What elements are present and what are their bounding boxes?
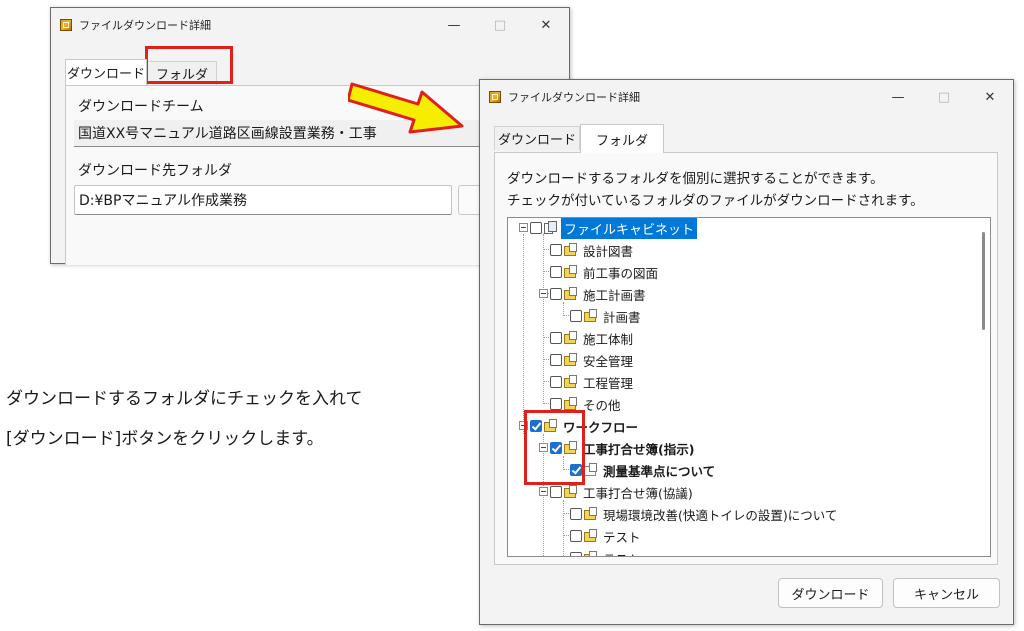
tab-folder[interactable]: フォルダ: [580, 124, 664, 153]
tree-scrollbar[interactable]: [976, 218, 990, 556]
arrow-icon: [348, 82, 464, 134]
tree-node-label: ファイルキャビネット: [561, 218, 698, 239]
tree-node-label: テスト: [603, 529, 641, 545]
tree-node-label: 施工体制: [583, 331, 634, 347]
folder-icon: [584, 309, 598, 323]
tree-node-root[interactable]: ファイルキャビネット: [530, 218, 698, 239]
folder-tree[interactable]: ファイルキャビネット 設計図書 前工事の図面 施工計画書 計画書 施工体制 安全…: [507, 217, 991, 557]
collapse-icon[interactable]: [539, 487, 548, 496]
window-title: ファイルダウンロード詳細: [508, 91, 640, 104]
checkbox[interactable]: [550, 266, 562, 278]
checkbox[interactable]: [570, 508, 582, 520]
checkbox[interactable]: [550, 354, 562, 366]
tree-node-label: その他: [583, 397, 621, 413]
collapse-icon[interactable]: [539, 289, 548, 298]
checked-items-highlight: [524, 410, 585, 485]
tree-node-label: 工事打合せ簿(指示): [583, 441, 695, 457]
tree-node-label: 現場環境改善(快適トイレの設置)について: [603, 507, 838, 523]
tab-download[interactable]: ダウンロード: [65, 59, 147, 85]
minimize-button[interactable]: —: [875, 80, 921, 114]
tree-node[interactable]: 現場環境改善(快適トイレの設置)について: [570, 503, 839, 525]
scroll-thumb[interactable]: [982, 232, 985, 330]
checkbox[interactable]: [550, 244, 562, 256]
tree-node-label: 施工計画書: [583, 287, 646, 303]
folder-icon: [564, 331, 578, 345]
instruction-line-2: [ダウンロード]ボタンをクリックします。: [6, 429, 324, 449]
front-download-dialog: ファイルダウンロード詳細 — □ ✕ ダウンロード フォルダ ダウンロードするフ…: [479, 79, 1014, 625]
checkbox[interactable]: [570, 530, 582, 542]
tree-node-label: 工程管理: [583, 375, 634, 391]
tree-node[interactable]: 工程管理: [550, 371, 635, 393]
cabinet-icon: [544, 221, 558, 235]
folder-tab-panel: ダウンロードするフォルダを個別に選択することができます。 チェックが付いているフ…: [494, 152, 998, 565]
instruction-line-1: ダウンロードするフォルダにチェックを入れて: [6, 389, 363, 409]
tree-node[interactable]: テスト: [570, 525, 643, 547]
titlebar: ファイルダウンロード詳細 — □ ✕: [51, 8, 569, 42]
tree-node-label: 安全管理: [583, 353, 634, 369]
description-line-2: チェックが付いているフォルダのファイルがダウンロードされます。: [507, 193, 924, 209]
tree-node[interactable]: 安全管理: [550, 349, 635, 371]
tree-node[interactable]: 施工計画書: [550, 283, 648, 305]
tree-node-label: 測量基準点について: [603, 463, 716, 479]
tree-node[interactable]: 測量基準点について: [570, 459, 717, 481]
tree-node-label: 工事打合せ簿(協議): [583, 485, 693, 501]
window-title: ファイルダウンロード詳細: [79, 19, 211, 32]
folder-icon: [564, 353, 578, 367]
dest-folder-input[interactable]: D:¥BPマニュアル作成業務: [74, 185, 452, 215]
folder-icon: [584, 463, 598, 477]
tree-node-label: 計画書: [603, 309, 641, 325]
folder-icon: [564, 375, 578, 389]
tree-node[interactable]: テスト: [570, 547, 643, 557]
tree-node-label: 設計図書: [583, 243, 634, 259]
tree-node-label: テスト: [601, 548, 643, 557]
app-icon: [60, 19, 72, 31]
folder-tab-highlight: [145, 46, 233, 84]
cancel-button[interactable]: キャンセル: [893, 578, 1000, 608]
folder-icon: [584, 551, 598, 556]
titlebar: ファイルダウンロード詳細 — □ ✕: [480, 80, 1013, 114]
app-icon: [489, 91, 501, 103]
folder-icon: [564, 397, 578, 411]
maximize-button[interactable]: □: [477, 8, 523, 42]
minimize-button[interactable]: —: [431, 8, 477, 42]
dest-folder-label: ダウンロード先フォルダ: [78, 163, 232, 179]
checkbox[interactable]: [550, 376, 562, 388]
folder-icon: [564, 287, 578, 301]
tree-node[interactable]: 設計図書: [550, 239, 635, 261]
tree-node-label: 前工事の図面: [583, 265, 659, 281]
checkbox[interactable]: [550, 486, 562, 498]
checkbox[interactable]: [550, 332, 562, 344]
folder-icon: [564, 485, 578, 499]
folder-icon: [564, 243, 578, 257]
tree-node[interactable]: 前工事の図面: [550, 261, 660, 283]
tree-node[interactable]: 計画書: [570, 305, 643, 327]
checkbox[interactable]: [550, 398, 562, 410]
close-button[interactable]: ✕: [967, 80, 1013, 114]
folder-icon: [584, 529, 598, 543]
maximize-button[interactable]: □: [921, 80, 967, 114]
collapse-icon[interactable]: [519, 223, 528, 232]
folder-icon: [564, 265, 578, 279]
tab-download[interactable]: ダウンロード: [494, 126, 580, 150]
tree-node[interactable]: 施工体制: [550, 327, 635, 349]
folder-icon: [584, 507, 598, 521]
checkbox[interactable]: [550, 288, 562, 300]
checkbox[interactable]: [530, 222, 542, 234]
checkbox[interactable]: [570, 552, 582, 556]
team-label: ダウンロードチーム: [78, 99, 204, 115]
checkbox[interactable]: [570, 310, 582, 322]
close-button[interactable]: ✕: [523, 8, 569, 42]
description-line-1: ダウンロードするフォルダを個別に選択することができます。: [507, 171, 884, 187]
download-button[interactable]: ダウンロード: [778, 578, 883, 608]
